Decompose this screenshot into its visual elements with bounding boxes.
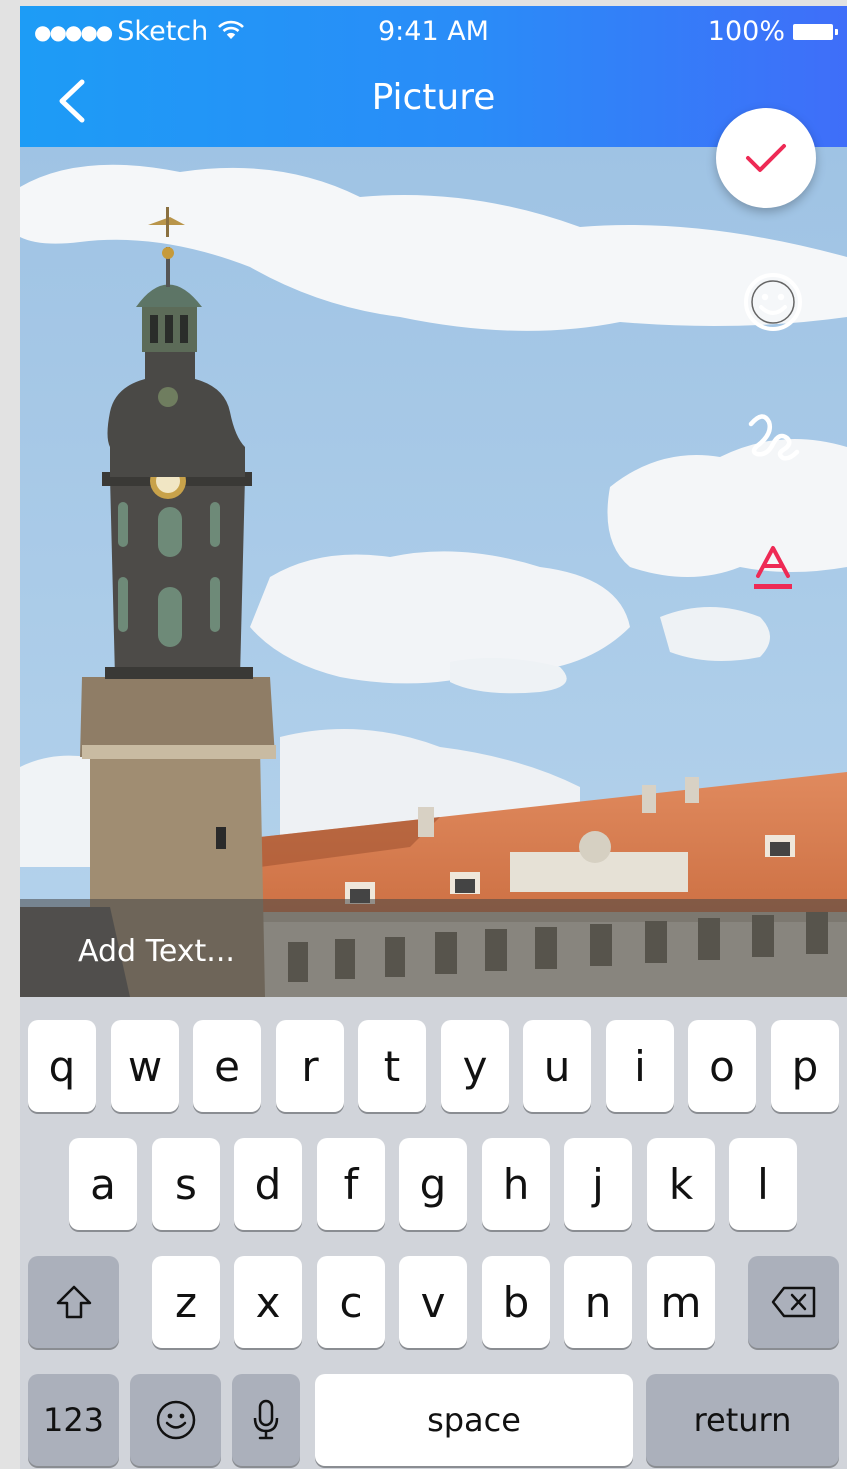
key-j[interactable]: j xyxy=(564,1138,632,1230)
text-tool-button[interactable] xyxy=(738,532,808,602)
confirm-button[interactable] xyxy=(716,108,816,208)
checkmark-icon xyxy=(746,144,786,172)
backspace-icon xyxy=(771,1286,815,1318)
key-x[interactable]: x xyxy=(234,1256,302,1348)
text-a-icon xyxy=(754,546,792,589)
caption-input[interactable]: Add Text... xyxy=(78,934,235,969)
battery-icon xyxy=(793,24,838,40)
sticker-tool-button[interactable] xyxy=(738,267,808,337)
key-h[interactable]: h xyxy=(482,1138,550,1230)
microphone-icon xyxy=(253,1399,279,1440)
photo-canvas[interactable] xyxy=(20,147,847,997)
numbers-key[interactable]: 123 xyxy=(28,1374,119,1466)
emoji-key[interactable] xyxy=(130,1374,221,1466)
key-y[interactable]: y xyxy=(441,1020,509,1112)
key-m[interactable]: m xyxy=(647,1256,715,1348)
header-bar: ●●●●● Sketch 9:41 AM 100% Picture xyxy=(20,6,847,147)
battery-percent: 100% xyxy=(707,16,785,47)
key-k[interactable]: k xyxy=(647,1138,715,1230)
key-p[interactable]: p xyxy=(771,1020,839,1112)
key-o[interactable]: o xyxy=(688,1020,756,1112)
squiggle-icon xyxy=(748,414,800,461)
status-bar-right: 100% xyxy=(707,16,838,48)
keyboard: q w e r t y u i o p a s d f g h j k l z … xyxy=(20,997,847,1469)
page-title: Picture xyxy=(371,77,496,118)
key-b[interactable]: b xyxy=(482,1256,550,1348)
key-c[interactable]: c xyxy=(317,1256,385,1348)
key-r[interactable]: r xyxy=(276,1020,344,1112)
space-key[interactable]: space xyxy=(315,1374,633,1466)
phone-screen: ●●●●● Sketch 9:41 AM 100% Picture Add Te… xyxy=(20,6,847,1469)
key-n[interactable]: n xyxy=(564,1256,632,1348)
key-i[interactable]: i xyxy=(606,1020,674,1112)
shift-icon xyxy=(56,1285,91,1319)
smiley-icon xyxy=(744,273,802,331)
key-t[interactable]: t xyxy=(358,1020,426,1112)
microphone-key[interactable] xyxy=(232,1374,300,1466)
key-l[interactable]: l xyxy=(729,1138,797,1230)
key-z[interactable]: z xyxy=(152,1256,220,1348)
return-key[interactable]: return xyxy=(646,1374,839,1466)
key-f[interactable]: f xyxy=(317,1138,385,1230)
key-d[interactable]: d xyxy=(234,1138,302,1230)
key-q[interactable]: q xyxy=(28,1020,96,1112)
key-a[interactable]: a xyxy=(69,1138,137,1230)
shift-key[interactable] xyxy=(28,1256,119,1348)
key-v[interactable]: v xyxy=(399,1256,467,1348)
key-g[interactable]: g xyxy=(399,1138,467,1230)
key-w[interactable]: w xyxy=(111,1020,179,1112)
key-u[interactable]: u xyxy=(523,1020,591,1112)
castle-photo xyxy=(20,147,847,997)
key-s[interactable]: s xyxy=(152,1138,220,1230)
delete-key[interactable] xyxy=(748,1256,839,1348)
key-e[interactable]: e xyxy=(193,1020,261,1112)
draw-tool-button[interactable] xyxy=(738,401,808,471)
emoji-icon xyxy=(156,1400,195,1440)
